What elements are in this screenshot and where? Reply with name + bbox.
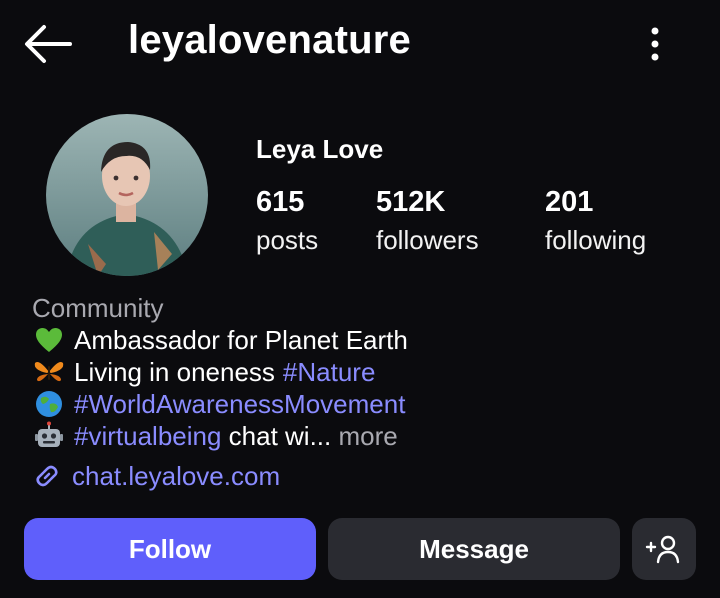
profile-bio: Community Ambassador for Planet Earth Li… — [32, 292, 712, 452]
back-button[interactable] — [22, 22, 74, 66]
globe-icon — [32, 389, 66, 419]
arrow-left-icon — [25, 25, 72, 63]
link-text: chat.leyalove.com — [72, 460, 281, 491]
hashtag-world-awareness[interactable]: #WorldAwarenessMovement — [74, 388, 405, 420]
message-button[interactable]: Message — [328, 518, 620, 580]
posts-count: 615 — [256, 186, 305, 218]
follow-button[interactable]: Follow — [24, 518, 316, 580]
link-icon — [36, 465, 58, 487]
bio-link[interactable]: chat.leyalove.com — [32, 459, 280, 493]
followers-count: 512K — [376, 186, 446, 218]
profile-header: leyalovenature — [0, 0, 720, 88]
posts-label: posts — [256, 225, 319, 255]
bio-text: Ambassador for Planet Earth — [74, 325, 408, 355]
bio-line: #virtualbeing chat wi... more — [32, 420, 712, 452]
kebab-vertical-icon — [651, 27, 659, 61]
stat-posts[interactable]: 615 posts — [256, 186, 318, 256]
hashtag-nature[interactable]: #Nature — [283, 356, 376, 388]
bio-text: Living in oneness — [74, 357, 275, 387]
following-label: following — [545, 225, 647, 255]
stat-following[interactable]: 201 following — [545, 186, 646, 256]
more-options-button[interactable] — [640, 22, 670, 66]
robot-icon — [32, 421, 66, 451]
profile-username: leyalovenature — [128, 18, 411, 62]
more-link[interactable]: more — [331, 420, 397, 452]
add-user-button[interactable] — [632, 518, 696, 580]
bio-truncated-text: chat wi... — [221, 421, 332, 451]
display-name: Leya Love — [256, 134, 384, 164]
butterfly-icon — [32, 357, 66, 387]
hashtag-virtualbeing[interactable]: #virtualbeing — [74, 420, 221, 452]
green-heart-icon — [32, 325, 66, 355]
add-person-icon — [645, 535, 680, 564]
follow-label: Follow — [128, 533, 212, 564]
avatar-image — [46, 114, 208, 276]
bio-line: Ambassador for Planet Earth — [32, 324, 712, 356]
profile-avatar[interactable] — [46, 114, 208, 276]
bio-line: #WorldAwarenessMovement — [32, 388, 712, 420]
stat-followers[interactable]: 512K followers — [376, 186, 479, 256]
bio-line: Living in oneness #Nature — [32, 356, 712, 388]
message-label: Message — [419, 533, 529, 564]
profile-category: Community — [32, 293, 164, 323]
following-count: 201 — [545, 186, 594, 218]
followers-label: followers — [376, 225, 479, 255]
